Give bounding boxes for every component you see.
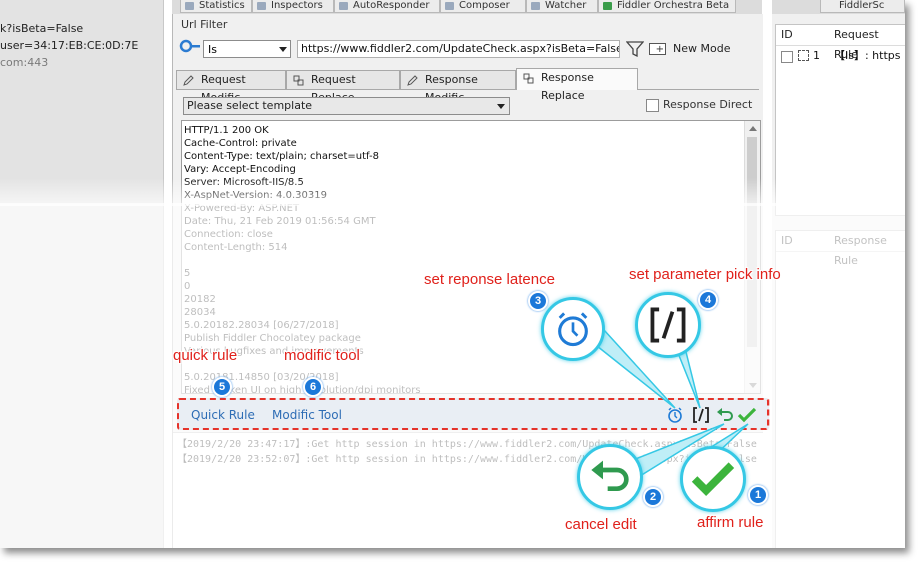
latency-bubble [541, 297, 605, 361]
callout-affirm-rule: affirm rule [697, 514, 764, 531]
badge-6: 6 [303, 377, 323, 397]
app-window: k?isBeta=False user=34:17:EB:CE:0D:7E co… [0, 0, 905, 548]
badge-2: 2 [643, 487, 663, 507]
checkmark-icon [691, 462, 735, 497]
callout-set-parameter: set parameter pick info [629, 266, 781, 283]
callout-quick-rule: quick rule [173, 347, 238, 364]
badge-1: 1 [748, 485, 768, 505]
cancel-bubble [577, 444, 643, 510]
callout-modific-tool: modific tool [284, 347, 360, 364]
alarm-clock-icon [558, 312, 588, 347]
badge-3: 3 [528, 291, 548, 311]
badge-4: 4 [698, 290, 718, 310]
parameter-bracket-icon [650, 307, 686, 343]
callout-cancel-edit: cancel edit [565, 516, 637, 533]
callout-set-latency: set reponse latence [424, 271, 555, 288]
parameter-bubble [635, 292, 701, 358]
undo-arrow-icon [591, 460, 629, 491]
affirm-bubble [680, 446, 746, 512]
badge-5: 5 [212, 377, 232, 397]
